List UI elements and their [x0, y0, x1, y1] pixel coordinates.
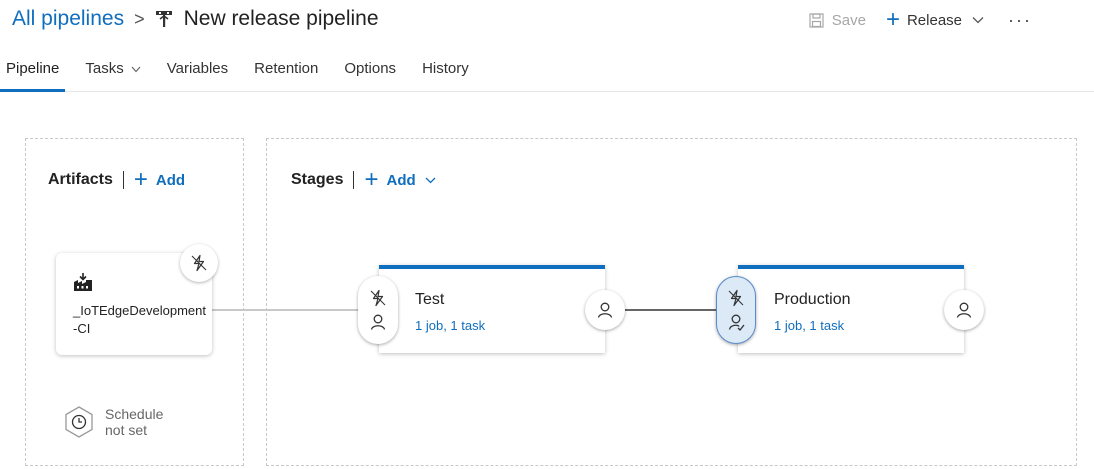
chevron-down-icon [131, 66, 141, 73]
breadcrumb-separator: > [134, 8, 145, 29]
pre-deployment-conditions-production[interactable] [716, 276, 756, 344]
breadcrumb-all-pipelines[interactable]: All pipelines [12, 7, 124, 31]
stage-name: Production [774, 291, 851, 308]
divider [122, 171, 124, 189]
schedule-label-line2: not set [105, 422, 148, 438]
stage-card-test[interactable]: Test 1 job, 1 task [379, 265, 605, 353]
lightning-icon [727, 289, 745, 307]
release-pipeline-icon [155, 10, 172, 28]
user-icon [597, 302, 613, 318]
user-icon [956, 302, 972, 318]
artifacts-title: Artifacts [48, 171, 113, 188]
stages-title: Stages [291, 171, 344, 188]
breadcrumb: All pipelines > New release pipeline [12, 5, 379, 33]
more-options-icon[interactable]: ··· [1008, 10, 1032, 31]
page-title: New release pipeline [183, 7, 379, 30]
tab-tasks[interactable]: Tasks [85, 52, 141, 91]
stages-header: Stages + Add [291, 166, 436, 193]
save-icon [809, 12, 824, 28]
tab-history[interactable]: History [422, 52, 469, 91]
post-deployment-conditions-test[interactable] [585, 290, 625, 330]
toolbar: Save + Release ··· [809, 8, 1032, 32]
artifact-name: _IoTEdgeDevelopment-CI [73, 303, 206, 336]
pre-deployment-conditions-test[interactable] [358, 276, 398, 344]
divider [353, 171, 355, 189]
release-label: Release [906, 11, 963, 29]
plus-icon: + [885, 6, 900, 33]
tab-label: Pipeline [6, 60, 60, 77]
schedule-label: Schedule not set [105, 406, 163, 438]
add-stage-button[interactable]: + Add [364, 166, 436, 193]
schedule-trigger[interactable]: Schedule not set [62, 405, 163, 439]
tab-label: Options [344, 60, 397, 77]
tab-label: Tasks [85, 60, 124, 77]
save-label: Save [831, 11, 866, 29]
plus-icon: + [364, 166, 379, 193]
add-artifact-button[interactable]: + Add [133, 166, 186, 193]
tab-pipeline[interactable]: Pipeline [0, 52, 66, 92]
add-artifact-label: Add [155, 171, 186, 189]
build-icon [74, 273, 92, 291]
plus-icon: + [133, 166, 148, 193]
chevron-down-icon [425, 177, 436, 183]
test-to-production-connector [624, 309, 720, 311]
stage-job-info[interactable]: 1 job, 1 task [415, 318, 485, 333]
user-icon [369, 313, 387, 331]
lightning-icon [191, 254, 207, 272]
tab-options[interactable]: Options [344, 52, 396, 91]
tab-label: Retention [254, 60, 319, 77]
schedule-label-line1: Schedule [105, 406, 164, 422]
release-button[interactable]: + Release [885, 6, 984, 33]
stage-card-production[interactable]: Production 1 job, 1 task [738, 265, 964, 353]
lightning-icon [369, 289, 387, 307]
stage-name: Test [415, 291, 445, 308]
stage-job-info[interactable]: 1 job, 1 task [774, 318, 844, 333]
user-approval-icon [727, 313, 745, 331]
post-deployment-conditions-production[interactable] [944, 290, 984, 330]
tab-label: History [422, 60, 469, 77]
artifact-to-test-connector [212, 309, 360, 311]
tab-retention[interactable]: Retention [254, 52, 318, 91]
clock-icon [65, 406, 93, 438]
tab-bar: Pipeline Tasks Variables Retention Optio… [0, 52, 1094, 92]
add-stage-label: Add [386, 171, 416, 189]
chevron-down-icon [972, 17, 984, 24]
tab-variables[interactable]: Variables [167, 52, 228, 91]
continuous-deployment-trigger-button[interactable] [180, 244, 218, 282]
save-button[interactable]: Save [809, 12, 866, 29]
artifacts-header: Artifacts + Add [48, 166, 186, 193]
tab-label: Variables [166, 60, 229, 77]
